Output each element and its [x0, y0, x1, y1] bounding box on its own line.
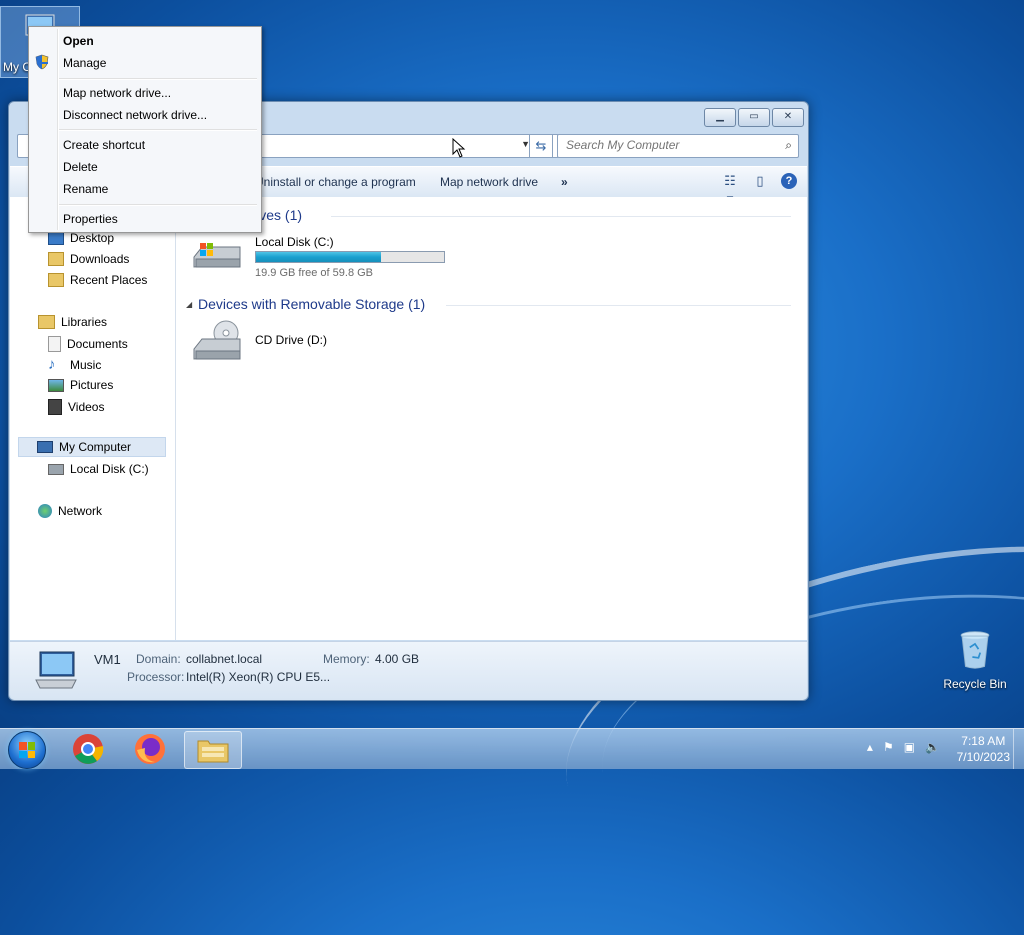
- nav-item-videos[interactable]: Videos: [48, 399, 104, 415]
- caption-buttons: ▁ ▭ ✕: [704, 108, 804, 127]
- group-header-removable[interactable]: Devices with Removable Storage (1): [198, 296, 425, 312]
- nav-item-downloads[interactable]: Downloads: [48, 252, 129, 266]
- system-tray: ▴ ⚑ ▣ 🔈: [867, 740, 940, 754]
- collapse-triangle-icon[interactable]: ◢: [186, 300, 192, 309]
- taskbar: ▴ ⚑ ▣ 🔈 7:18 AM 7/10/2023: [0, 728, 1024, 769]
- firefox-icon: [135, 734, 165, 764]
- group-divider-2: [446, 305, 791, 306]
- content-pane: Hard Disk Drives (1) Local Disk (C:) 19.…: [176, 197, 807, 640]
- nav-item-libraries[interactable]: Libraries: [38, 315, 107, 329]
- nav-item-documents[interactable]: Documents: [48, 336, 128, 352]
- windows-logo-icon: [19, 742, 35, 758]
- show-desktop-button[interactable]: [1013, 729, 1024, 769]
- navigation-pane: Desktop Downloads Recent Places Librarie…: [10, 197, 176, 640]
- group-divider: [331, 216, 791, 217]
- nav-item-music[interactable]: ♪ Music: [48, 357, 101, 373]
- drive-usage-bar: [255, 251, 445, 263]
- details-pane: VM1 Domain: collabnet.local Memory: 4.00…: [10, 641, 807, 700]
- computer-name: VM1: [94, 652, 121, 667]
- memory-label: Memory:: [323, 652, 370, 666]
- map-network-drive-command[interactable]: Map network drive: [440, 175, 538, 189]
- drive-item-local-disk[interactable]: Local Disk (C:) 19.9 GB free of 59.8 GB: [192, 233, 452, 279]
- documents-icon: [48, 336, 61, 352]
- nav-item-recent-places[interactable]: Recent Places: [48, 273, 147, 287]
- menu-item-open[interactable]: Open: [63, 34, 94, 48]
- uac-shield-icon: [35, 54, 49, 70]
- menu-separator: [59, 78, 257, 80]
- more-commands-chevron-icon[interactable]: »: [561, 175, 568, 189]
- drive-item-cd-drive[interactable]: CD Drive (D:): [192, 319, 392, 363]
- recycle-bin-icon: [960, 631, 990, 669]
- search-icon[interactable]: ⌕: [785, 138, 792, 153]
- uninstall-program-command[interactable]: Uninstall or change a program: [255, 175, 416, 189]
- context-menu: Open Manage Map network drive... Disconn…: [28, 26, 262, 233]
- chrome-icon: [73, 734, 104, 764]
- nav-item-local-disk[interactable]: Local Disk (C:): [48, 462, 149, 476]
- mouse-cursor-icon: [452, 138, 466, 158]
- computer-large-icon: [35, 651, 77, 689]
- taskbar-chrome-button[interactable]: [60, 731, 116, 767]
- maximize-button[interactable]: ▭: [738, 108, 770, 127]
- close-button[interactable]: ✕: [772, 108, 804, 127]
- music-note-icon: ♪: [48, 356, 56, 373]
- memory-value: 4.00 GB: [375, 652, 420, 666]
- start-button[interactable]: [8, 731, 46, 769]
- nav-item-my-computer[interactable]: My Computer: [18, 437, 166, 457]
- search-box[interactable]: ⌕: [557, 134, 799, 158]
- domain-value: collabnet.local: [186, 652, 263, 666]
- desktop-folder-icon: [48, 231, 64, 245]
- menu-item-properties[interactable]: Properties: [63, 212, 118, 226]
- cd-drive-icon: [193, 320, 241, 360]
- view-options-icon[interactable]: ☷ ▾: [721, 172, 739, 206]
- pictures-icon: [48, 378, 64, 392]
- processor-label: Processor:: [127, 670, 185, 684]
- menu-item-create-shortcut[interactable]: Create shortcut: [63, 138, 145, 152]
- nav-item-network[interactable]: Network: [38, 504, 102, 518]
- menu-item-rename[interactable]: Rename: [63, 182, 108, 196]
- desktop-recycle-bin-icon[interactable]: Recycle Bin: [940, 630, 1010, 691]
- action-center-flag-icon[interactable]: ⚑: [883, 740, 894, 754]
- drive-usage-fill: [256, 252, 382, 262]
- minimize-button[interactable]: ▁: [704, 108, 736, 127]
- volume-muted-icon[interactable]: 🔈: [925, 740, 940, 754]
- video-film-icon: [48, 399, 62, 415]
- view-controls: ☷ ▾ ▯ ?: [721, 172, 797, 206]
- computer-icon: [37, 441, 53, 453]
- downloads-folder-icon: [48, 252, 64, 266]
- menu-item-map-network-drive[interactable]: Map network drive...: [63, 86, 171, 100]
- preview-pane-icon[interactable]: ▯: [751, 172, 769, 190]
- nav-item-pictures[interactable]: Pictures: [48, 378, 113, 392]
- menu-item-delete[interactable]: Delete: [63, 160, 98, 174]
- taskbar-clock[interactable]: 7:18 AM 7/10/2023: [957, 733, 1010, 765]
- local-disk-icon: [48, 463, 64, 475]
- network-status-icon[interactable]: ▣: [904, 740, 915, 754]
- network-globe-icon: [38, 504, 52, 518]
- refresh-button[interactable]: ⇆: [529, 134, 553, 158]
- processor-value: Intel(R) Xeon(R) CPU E5...: [186, 670, 331, 684]
- clock-time: 7:18 AM: [961, 734, 1006, 748]
- taskbar-firefox-button[interactable]: [122, 731, 178, 767]
- menu-item-disconnect-network-drive[interactable]: Disconnect network drive...: [63, 108, 207, 122]
- drive-name-d: CD Drive (D:): [255, 333, 327, 347]
- recycle-bin-label: Recycle Bin: [943, 677, 1007, 691]
- clock-date: 7/10/2023: [956, 750, 1010, 764]
- menu-item-manage[interactable]: Manage: [63, 56, 106, 70]
- domain-label: Domain:: [136, 652, 181, 666]
- folder-icon: [197, 740, 229, 763]
- help-icon[interactable]: ?: [781, 173, 797, 189]
- hard-drive-icon: [193, 243, 241, 268]
- search-input[interactable]: [558, 135, 766, 155]
- menu-separator: [59, 129, 257, 131]
- libraries-icon: [38, 315, 55, 329]
- recent-places-icon: [48, 273, 64, 287]
- nav-item-desktop[interactable]: Desktop: [48, 231, 114, 245]
- taskbar-explorer-button[interactable]: [184, 731, 242, 769]
- drive-name-c: Local Disk (C:): [255, 235, 334, 249]
- show-hidden-icons-arrow-icon[interactable]: ▴: [867, 740, 873, 754]
- menu-separator: [59, 204, 257, 206]
- drive-free-space: 19.9 GB free of 59.8 GB: [255, 267, 374, 279]
